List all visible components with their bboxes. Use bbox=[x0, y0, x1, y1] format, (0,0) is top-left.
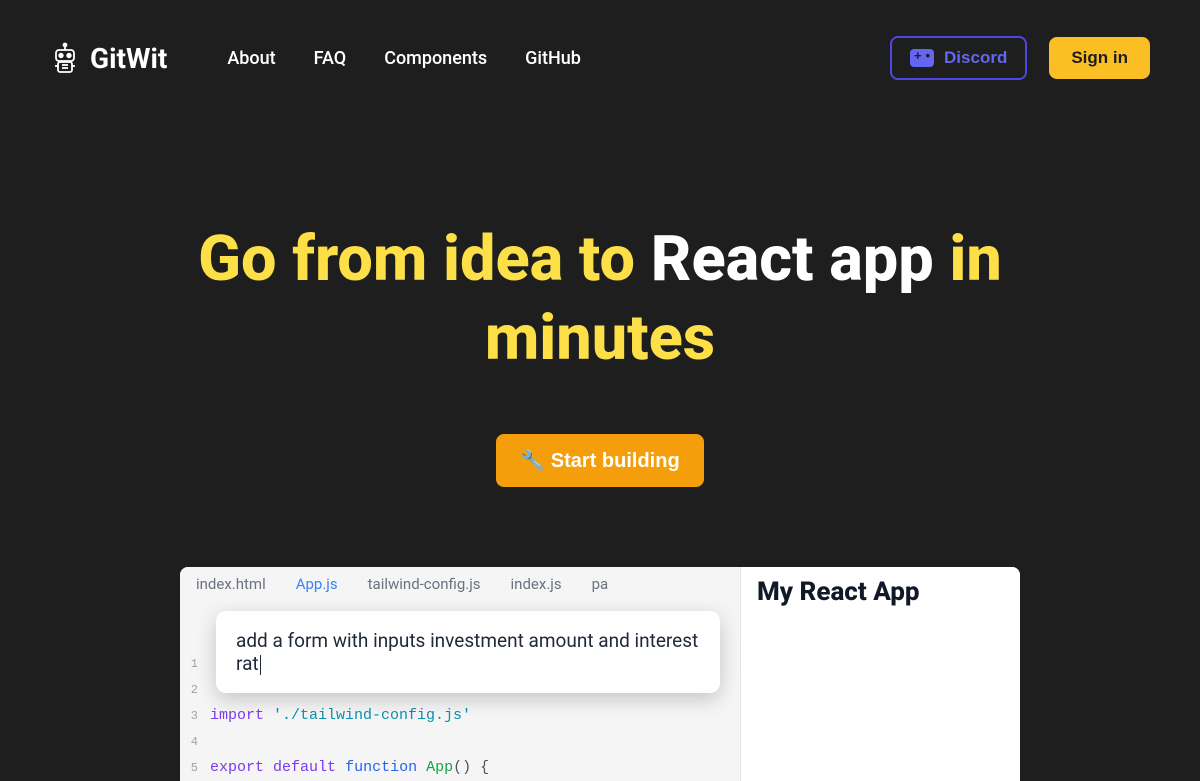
nav-components[interactable]: Components bbox=[384, 48, 487, 69]
start-building-button[interactable]: 🔧 Start building bbox=[496, 434, 703, 487]
preview-app-title: My React App bbox=[757, 577, 1004, 607]
editor-pane: index.html App.js tailwind-config.js ind… bbox=[180, 567, 740, 781]
tab-index-html[interactable]: index.html bbox=[196, 575, 266, 597]
brand-name: GitWit bbox=[90, 42, 167, 75]
tab-tailwind[interactable]: tailwind-config.js bbox=[368, 575, 481, 597]
hero-title: Go from idea to React app in minutes bbox=[140, 221, 1060, 379]
code-line-5: 5 export default function App() { bbox=[180, 755, 740, 781]
line-number: 4 bbox=[180, 729, 210, 755]
tab-partial[interactable]: pa bbox=[592, 575, 609, 597]
logo[interactable]: GitWit bbox=[50, 42, 167, 75]
prompt-text: add a form with inputs investment amount… bbox=[236, 629, 698, 675]
discord-label: Discord bbox=[944, 48, 1007, 68]
header-actions: Discord Sign in bbox=[890, 36, 1150, 80]
nav-links: About FAQ Components GitHub bbox=[227, 48, 581, 69]
hero-title-highlight: React app bbox=[651, 223, 934, 296]
discord-button[interactable]: Discord bbox=[890, 36, 1027, 80]
nav-faq[interactable]: FAQ bbox=[314, 48, 347, 69]
line-number: 5 bbox=[180, 755, 210, 781]
nav-github[interactable]: GitHub bbox=[525, 48, 581, 69]
tab-index-js[interactable]: index.js bbox=[511, 575, 562, 597]
text-cursor bbox=[260, 655, 261, 675]
tab-app-js[interactable]: App.js bbox=[296, 575, 338, 597]
prompt-input[interactable]: add a form with inputs investment amount… bbox=[216, 611, 720, 694]
editor-preview: index.html App.js tailwind-config.js ind… bbox=[180, 567, 1020, 781]
line-number: 1 bbox=[180, 651, 210, 677]
discord-icon bbox=[910, 49, 934, 67]
code-line-3: 3 import './tailwind-config.js' bbox=[180, 703, 740, 729]
hero-title-prefix: Go from idea to bbox=[198, 223, 651, 296]
hero-section: Go from idea to React app in minutes 🔧 S… bbox=[0, 116, 1200, 487]
code-line-4: 4 bbox=[180, 729, 740, 755]
nav-about[interactable]: About bbox=[227, 48, 275, 69]
line-number: 3 bbox=[180, 703, 210, 729]
robot-icon bbox=[50, 42, 80, 74]
signin-button[interactable]: Sign in bbox=[1049, 37, 1150, 79]
header: GitWit About FAQ Components GitHub Disco… bbox=[0, 0, 1200, 116]
preview-pane: My React App bbox=[740, 567, 1020, 781]
editor-tabs: index.html App.js tailwind-config.js ind… bbox=[180, 567, 740, 597]
line-number: 2 bbox=[180, 677, 210, 703]
